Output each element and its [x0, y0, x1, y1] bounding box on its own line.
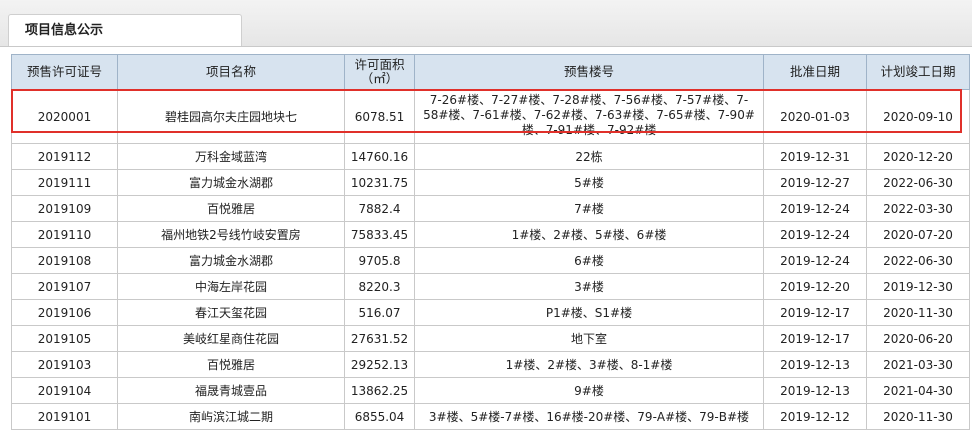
cell-permit-area: 14760.16 — [344, 143, 415, 170]
cell-permit-no: 2019108 — [11, 247, 118, 274]
cell-permit-no: 2019105 — [11, 325, 118, 352]
table-row[interactable]: 2019112 万科金域蓝湾 14760.16 22栋 2019-12-31 2… — [11, 143, 970, 170]
project-table: 预售许可证号 项目名称 许可面积（㎡） 预售楼号 批准日期 计划竣工日期 202… — [11, 54, 970, 430]
cell-approval-date: 2019-12-24 — [763, 195, 867, 222]
cell-permit-area: 10231.75 — [344, 169, 415, 196]
cell-completion-date: 2020-11-30 — [866, 403, 970, 430]
cell-presale-buildings: 5#楼 — [414, 169, 764, 196]
col-header-project-name: 项目名称 — [117, 54, 345, 90]
col-header-completion-date: 计划竣工日期 — [866, 54, 970, 90]
table-row[interactable]: 2019105 美岐红星商住花园 27631.52 地下室 2019-12-17… — [11, 325, 970, 352]
cell-presale-buildings: 7-26#楼、7-27#楼、7-28#楼、7-56#楼、7-57#楼、7-58#… — [414, 89, 764, 144]
cell-approval-date: 2020-01-03 — [763, 89, 867, 144]
cell-project-name: 百悦雅居 — [117, 351, 345, 378]
cell-approval-date: 2019-12-24 — [763, 221, 867, 248]
cell-completion-date: 2021-03-30 — [866, 351, 970, 378]
table-row[interactable]: 2019104 福晟青城壹品 13862.25 9#楼 2019-12-13 2… — [11, 377, 970, 404]
cell-presale-buildings: 3#楼 — [414, 273, 764, 300]
cell-project-name: 春江天玺花园 — [117, 299, 345, 326]
cell-permit-area: 6855.04 — [344, 403, 415, 430]
cell-permit-no: 2019112 — [11, 143, 118, 170]
cell-completion-date: 2022-06-30 — [866, 247, 970, 274]
table-row[interactable]: 2019106 春江天玺花园 516.07 P1#楼、S1#楼 2019-12-… — [11, 299, 970, 326]
table-row[interactable]: 2019108 富力城金水湖郡 9705.8 6#楼 2019-12-24 20… — [11, 247, 970, 274]
cell-project-name: 碧桂园高尔夫庄园地块七 — [117, 89, 345, 144]
cell-project-name: 万科金域蓝湾 — [117, 143, 345, 170]
cell-presale-buildings: 22栋 — [414, 143, 764, 170]
cell-approval-date: 2019-12-13 — [763, 351, 867, 378]
table-row[interactable]: 2019101 南屿滨江城二期 6855.04 3#楼、5#楼-7#楼、16#楼… — [11, 403, 970, 430]
project-table-container[interactable]: 预售许可证号 项目名称 许可面积（㎡） 预售楼号 批准日期 计划竣工日期 202… — [11, 54, 972, 431]
cell-permit-area: 6078.51 — [344, 89, 415, 144]
cell-project-name: 福州地铁2号线竹岐安置房 — [117, 221, 345, 248]
table-row[interactable]: 2020001 碧桂园高尔夫庄园地块七 6078.51 7-26#楼、7-27#… — [11, 89, 970, 144]
top-bar: 项目信息公示 — [0, 0, 972, 47]
cell-project-name: 南屿滨江城二期 — [117, 403, 345, 430]
cell-project-name: 中海左岸花园 — [117, 273, 345, 300]
cell-project-name: 百悦雅居 — [117, 195, 345, 222]
cell-completion-date: 2022-06-30 — [866, 169, 970, 196]
cell-presale-buildings: 6#楼 — [414, 247, 764, 274]
col-header-permit-no: 预售许可证号 — [11, 54, 118, 90]
cell-permit-no: 2020001 — [11, 89, 118, 144]
cell-approval-date: 2019-12-24 — [763, 247, 867, 274]
cell-presale-buildings: 1#楼、2#楼、5#楼、6#楼 — [414, 221, 764, 248]
cell-permit-area: 29252.13 — [344, 351, 415, 378]
cell-completion-date: 2020-12-20 — [866, 143, 970, 170]
cell-permit-area: 27631.52 — [344, 325, 415, 352]
table-header-row: 预售许可证号 项目名称 许可面积（㎡） 预售楼号 批准日期 计划竣工日期 — [11, 54, 970, 90]
cell-permit-area: 13862.25 — [344, 377, 415, 404]
cell-presale-buildings: 7#楼 — [414, 195, 764, 222]
cell-approval-date: 2019-12-20 — [763, 273, 867, 300]
cell-project-name: 富力城金水湖郡 — [117, 169, 345, 196]
cell-project-name: 美岐红星商住花园 — [117, 325, 345, 352]
cell-approval-date: 2019-12-31 — [763, 143, 867, 170]
cell-presale-buildings: P1#楼、S1#楼 — [414, 299, 764, 326]
table-row[interactable]: 2019103 百悦雅居 29252.13 1#楼、2#楼、3#楼、8-1#楼 … — [11, 351, 970, 378]
cell-completion-date: 2020-07-20 — [866, 221, 970, 248]
cell-permit-no: 2019104 — [11, 377, 118, 404]
table-row[interactable]: 2019109 百悦雅居 7882.4 7#楼 2019-12-24 2022-… — [11, 195, 970, 222]
table-row[interactable]: 2019111 富力城金水湖郡 10231.75 5#楼 2019-12-27 … — [11, 169, 970, 196]
cell-completion-date: 2020-09-10 — [866, 89, 970, 144]
cell-permit-no: 2019109 — [11, 195, 118, 222]
cell-approval-date: 2019-12-13 — [763, 377, 867, 404]
table-row[interactable]: 2019107 中海左岸花园 8220.3 3#楼 2019-12-20 201… — [11, 273, 970, 300]
cell-permit-no: 2019101 — [11, 403, 118, 430]
cell-completion-date: 2020-06-20 — [866, 325, 970, 352]
cell-completion-date: 2022-03-30 — [866, 195, 970, 222]
cell-permit-no: 2019103 — [11, 351, 118, 378]
cell-presale-buildings: 1#楼、2#楼、3#楼、8-1#楼 — [414, 351, 764, 378]
cell-completion-date: 2021-04-30 — [866, 377, 970, 404]
cell-project-name: 福晟青城壹品 — [117, 377, 345, 404]
cell-permit-area: 8220.3 — [344, 273, 415, 300]
col-header-approval-date: 批准日期 — [763, 54, 867, 90]
table-row[interactable]: 2019110 福州地铁2号线竹岐安置房 75833.45 1#楼、2#楼、5#… — [11, 221, 970, 248]
col-header-permit-area: 许可面积（㎡） — [344, 54, 415, 90]
cell-presale-buildings: 地下室 — [414, 325, 764, 352]
cell-presale-buildings: 9#楼 — [414, 377, 764, 404]
cell-completion-date: 2019-12-30 — [866, 273, 970, 300]
cell-approval-date: 2019-12-17 — [763, 325, 867, 352]
cell-permit-area: 75833.45 — [344, 221, 415, 248]
cell-completion-date: 2020-11-30 — [866, 299, 970, 326]
cell-approval-date: 2019-12-27 — [763, 169, 867, 196]
cell-permit-area: 516.07 — [344, 299, 415, 326]
cell-presale-buildings: 3#楼、5#楼-7#楼、16#楼-20#楼、79-A#楼、79-B#楼 — [414, 403, 764, 430]
cell-approval-date: 2019-12-12 — [763, 403, 867, 430]
cell-approval-date: 2019-12-17 — [763, 299, 867, 326]
cell-permit-no: 2019106 — [11, 299, 118, 326]
tab-project-info[interactable]: 项目信息公示 — [8, 14, 242, 46]
cell-permit-no: 2019107 — [11, 273, 118, 300]
cell-permit-no: 2019111 — [11, 169, 118, 196]
cell-permit-area: 9705.8 — [344, 247, 415, 274]
cell-permit-no: 2019110 — [11, 221, 118, 248]
cell-project-name: 富力城金水湖郡 — [117, 247, 345, 274]
col-header-presale-buildings: 预售楼号 — [414, 54, 764, 90]
cell-permit-area: 7882.4 — [344, 195, 415, 222]
